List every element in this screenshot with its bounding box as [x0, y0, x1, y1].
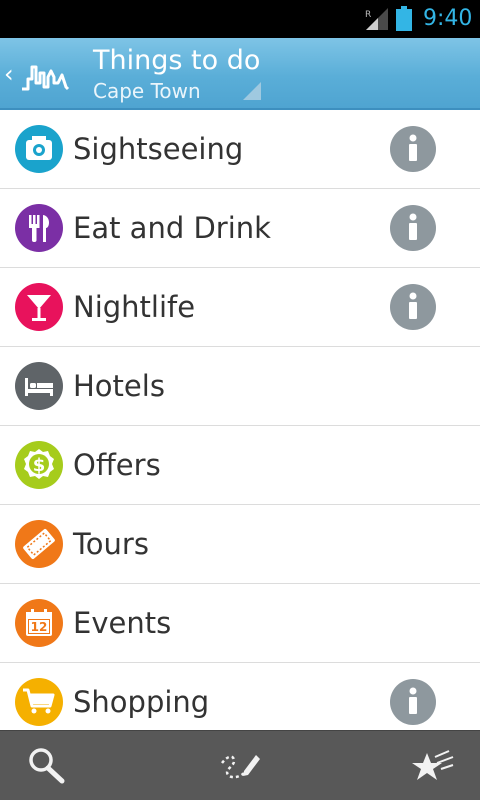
list-item-eat-and-drink[interactable]: Eat and Drink [0, 189, 480, 268]
svg-text:$: $ [33, 455, 46, 476]
list-item-label: Sightseeing [73, 132, 244, 166]
pencil-route-icon[interactable] [218, 743, 262, 787]
list-item-label: Events [73, 606, 172, 640]
dollar-badge-icon: $ [15, 441, 63, 489]
bottom-toolbar [0, 730, 480, 800]
chevron-left-icon[interactable]: ‹ [4, 60, 14, 88]
favorites-stars-icon[interactable] [411, 743, 455, 787]
ticket-icon [15, 520, 63, 568]
list-item-events[interactable]: 12 Events [0, 584, 480, 663]
svg-text:12: 12 [31, 620, 48, 634]
calendar-icon: 12 [15, 599, 63, 647]
svg-text:R: R [365, 10, 371, 20]
list-item-hotels[interactable]: Hotels [0, 347, 480, 426]
info-icon[interactable] [390, 126, 436, 172]
city-selector[interactable]: Cape Town [93, 78, 201, 104]
list-item-sightseeing[interactable]: Sightseeing [0, 110, 480, 189]
list-item-label: Shopping [73, 685, 210, 719]
bed-icon [15, 362, 63, 410]
list-item-shopping[interactable]: Shopping [0, 663, 480, 730]
info-icon[interactable] [390, 679, 436, 725]
list-item-label: Eat and Drink [73, 211, 271, 245]
dropdown-triangle-icon[interactable] [243, 82, 261, 100]
action-bar: ‹ Things to do Cape Town [0, 38, 480, 110]
list-item-label: Nightlife [73, 290, 196, 324]
signal-roaming-icon: R [365, 8, 388, 30]
category-list: Sightseeing Eat and Drink Nightlife Hotels $… [0, 110, 480, 730]
list-item-nightlife[interactable]: Nightlife [0, 268, 480, 347]
search-icon[interactable] [25, 743, 69, 787]
list-item-tours[interactable]: Tours [0, 505, 480, 584]
cocktail-glass-icon [15, 283, 63, 331]
city-skyline-logo-icon[interactable] [20, 57, 70, 93]
battery-icon [396, 6, 412, 31]
status-time: 9:40 [423, 6, 473, 31]
fork-knife-icon [15, 204, 63, 252]
list-item-label: Hotels [73, 369, 165, 403]
status-bar: R 9:40 [0, 0, 480, 38]
camera-icon [15, 125, 63, 173]
shopping-cart-icon [15, 678, 63, 726]
list-item-label: Offers [73, 448, 161, 482]
info-icon[interactable] [390, 205, 436, 251]
info-icon[interactable] [390, 284, 436, 330]
page-title[interactable]: Things to do [93, 44, 260, 78]
list-item-offers[interactable]: $ Offers [0, 426, 480, 505]
list-item-label: Tours [73, 527, 149, 561]
